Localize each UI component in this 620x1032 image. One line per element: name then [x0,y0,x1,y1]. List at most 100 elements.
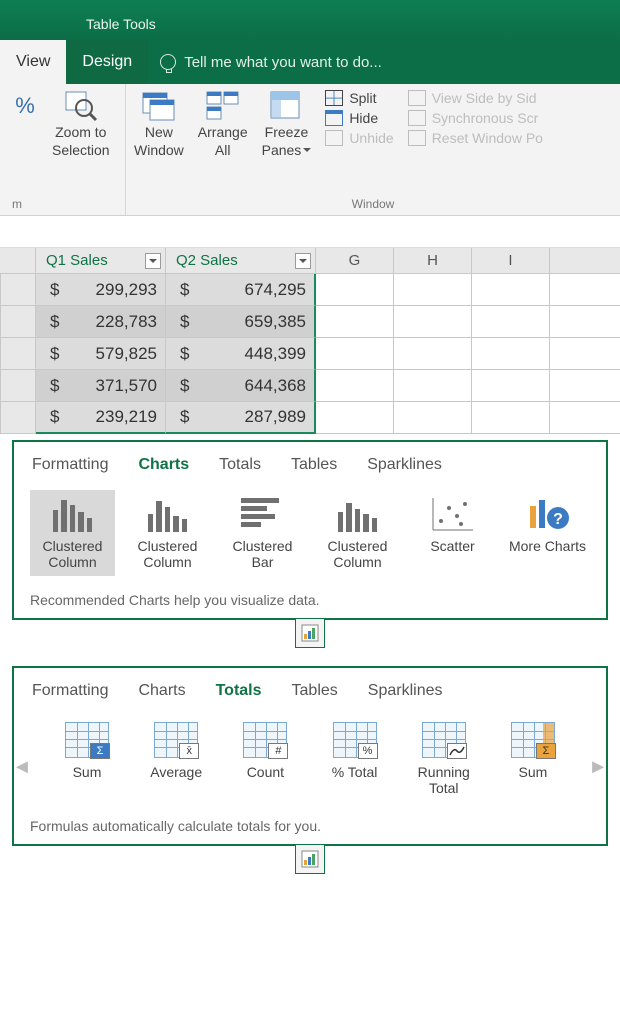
cell[interactable] [472,338,550,370]
scroll-right-icon[interactable]: ► [588,756,608,779]
hide-button[interactable]: Hide [325,110,393,126]
new-window-button[interactable]: NewWindow [134,90,184,158]
bar-chart-icon [241,496,285,532]
qa-tab-totals[interactable]: Totals [219,456,261,474]
column-header-g[interactable]: G [316,248,394,274]
qa-total-count[interactable]: # Count [226,716,304,802]
cell[interactable]: $239,219 [36,402,166,434]
freeze-panes-button[interactable]: Freeze Panes [262,90,312,158]
qa-chart-clustered-bar[interactable]: Clustered Bar [220,490,305,576]
cell[interactable] [550,338,620,370]
cell[interactable]: $371,570 [36,370,166,402]
cell[interactable]: $448,399 [166,338,316,370]
qa-chart-clustered-column-2[interactable]: Clustered Column [125,490,210,576]
cell[interactable]: $644,368 [166,370,316,402]
column-header-i[interactable]: I [472,248,550,274]
cell[interactable]: $228,783 [36,306,166,338]
cell[interactable] [394,402,472,434]
qa-total-running[interactable]: Running Total [405,716,483,802]
column-header-q2[interactable]: Q2 Sales [166,248,316,274]
qa-tab-tables[interactable]: Tables [292,682,338,700]
select-all-corner[interactable] [0,248,36,274]
worksheet[interactable]: Q1 Sales Q2 Sales G H I $299,293 $674,29… [0,248,620,434]
quick-analysis-panel-charts: Formatting Charts Totals Tables Sparklin… [12,440,608,620]
cell[interactable]: $579,825 [36,338,166,370]
arrange-all-button[interactable]: ArrangeAll [198,90,248,158]
new-window-icon [142,90,176,122]
cell[interactable]: $674,295 [166,274,316,306]
cell[interactable] [472,402,550,434]
zoom-to-selection-button[interactable]: Zoom to Selection [52,90,110,158]
qa-tab-sparklines[interactable]: Sparklines [367,456,442,474]
table-row[interactable]: $371,570 $644,368 [0,370,620,402]
svg-text:?: ? [553,511,563,528]
hide-icon [325,110,343,126]
formula-bar[interactable] [0,216,620,248]
qa-tab-formatting[interactable]: Formatting [32,456,108,474]
tell-me-search[interactable]: Tell me what you want to do... [148,54,620,71]
cell[interactable] [472,274,550,306]
cell[interactable] [316,402,394,434]
cell[interactable] [550,306,620,338]
qa-tab-sparklines[interactable]: Sparklines [368,682,443,700]
qa-total-percent[interactable]: % % Total [316,716,394,802]
qa-total-average[interactable]: x̄ Average [137,716,215,802]
percent-button[interactable]: % [8,90,42,158]
sum-icon: Σ [65,722,109,758]
qa-tabs: Formatting Charts Totals Tables Sparklin… [30,456,590,474]
cell[interactable] [316,338,394,370]
filter-dropdown-icon[interactable] [295,253,311,269]
quick-analysis-launcher-icon[interactable] [295,844,325,874]
tab-design[interactable]: Design [66,40,148,84]
cell[interactable] [550,402,620,434]
cell[interactable]: $659,385 [166,306,316,338]
qa-tab-formatting[interactable]: Formatting [32,682,108,700]
percent-total-icon: % [333,722,377,758]
table-row[interactable]: $239,219 $287,989 [0,402,620,434]
window-compare-list: View Side by Sid Synchronous Scr Reset W… [408,90,543,158]
cell[interactable] [394,370,472,402]
cell[interactable] [316,370,394,402]
row-header[interactable] [0,274,36,306]
qa-chart-scatter[interactable]: Scatter [410,490,495,576]
cell[interactable] [550,370,620,402]
cell[interactable] [316,306,394,338]
cell[interactable]: $287,989 [166,402,316,434]
cell[interactable] [316,274,394,306]
scroll-left-icon[interactable]: ◄ [12,756,32,779]
column-header-q1[interactable]: Q1 Sales [36,248,166,274]
cell[interactable] [472,370,550,402]
qa-chart-more[interactable]: ? More Charts [505,490,590,576]
column-header-h[interactable]: H [394,248,472,274]
row-header[interactable] [0,306,36,338]
unhide-button[interactable]: Unhide [325,130,393,146]
cell[interactable] [550,274,620,306]
freeze-panes-icon [269,90,303,122]
cell[interactable]: $299,293 [36,274,166,306]
view-side-by-side-button: View Side by Sid [408,90,543,106]
row-header[interactable] [0,402,36,434]
qa-total-sum-col[interactable]: Σ Sum [494,716,572,802]
cell[interactable] [472,306,550,338]
cell[interactable] [394,338,472,370]
row-header[interactable] [0,338,36,370]
qa-tab-charts[interactable]: Charts [138,456,189,474]
row-header[interactable] [0,370,36,402]
cell[interactable] [394,274,472,306]
filter-dropdown-icon[interactable] [145,253,161,269]
table-row[interactable]: $299,293 $674,295 [0,274,620,306]
sync-scroll-icon [408,110,426,126]
qa-tab-tables[interactable]: Tables [291,456,337,474]
qa-chart-clustered-column-3[interactable]: Clustered Column [315,490,400,576]
qa-chart-clustered-column-1[interactable]: Clustered Column [30,490,115,576]
unhide-icon [325,130,343,146]
table-row[interactable]: $579,825 $448,399 [0,338,620,370]
tab-view[interactable]: View [0,40,66,84]
qa-total-sum[interactable]: Σ Sum [48,716,126,802]
cell[interactable] [394,306,472,338]
split-button[interactable]: Split [325,90,393,106]
qa-tab-totals[interactable]: Totals [216,682,262,700]
quick-analysis-launcher-icon[interactable] [295,618,325,648]
table-row[interactable]: $228,783 $659,385 [0,306,620,338]
qa-tab-charts[interactable]: Charts [138,682,185,700]
